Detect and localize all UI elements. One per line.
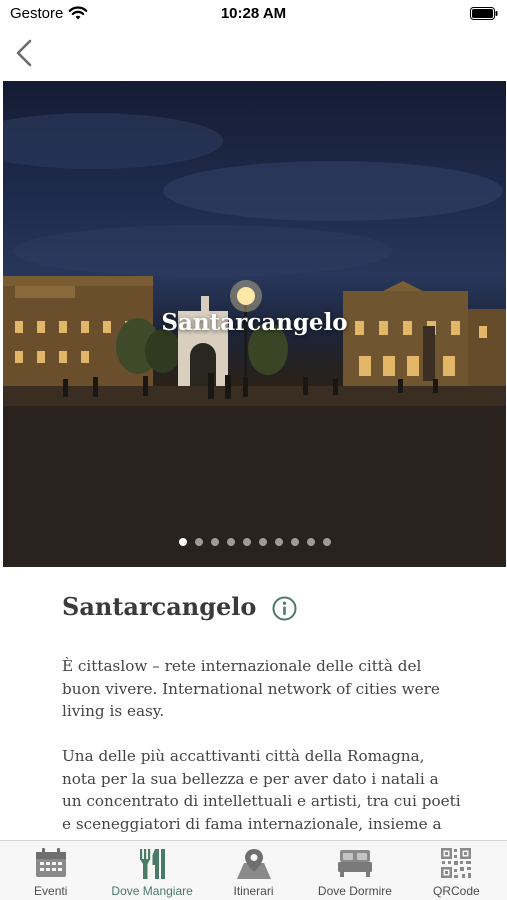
pager-dot[interactable] bbox=[258, 538, 267, 546]
status-bar: Gestore 10:28 AM bbox=[0, 0, 507, 30]
tab-label: Eventi bbox=[34, 884, 68, 898]
tab-qrcode[interactable]: QRCode bbox=[406, 841, 507, 900]
description-scroll[interactable]: È cittaslow – rete internazionale delle … bbox=[0, 655, 507, 841]
pager-dot[interactable] bbox=[178, 538, 187, 546]
carousel-pager[interactable] bbox=[3, 538, 506, 546]
hero-title: Santarcangelo bbox=[161, 309, 348, 336]
description-paragraph: Una delle più accattivanti città della R… bbox=[62, 747, 461, 841]
pager-dot[interactable] bbox=[242, 538, 251, 546]
place-title: Santarcangelo bbox=[62, 592, 257, 621]
tab-itinerari[interactable]: Itinerari bbox=[203, 841, 304, 900]
fork-knife-icon bbox=[140, 849, 166, 879]
calendar-icon bbox=[35, 848, 66, 877]
clock: 10:28 AM bbox=[220, 5, 287, 22]
pager-dot[interactable] bbox=[290, 538, 299, 546]
chevron-left-icon bbox=[16, 39, 32, 67]
pager-dot[interactable] bbox=[322, 538, 331, 546]
bed-icon bbox=[337, 850, 372, 877]
tab-label: QRCode bbox=[432, 884, 480, 898]
qrcode-icon bbox=[441, 848, 472, 878]
map-pin-icon bbox=[236, 849, 271, 879]
tab-dove-dormire[interactable]: Dove Dormire bbox=[304, 841, 405, 900]
pager-dot[interactable] bbox=[210, 538, 219, 546]
pager-dot[interactable] bbox=[226, 538, 235, 546]
pager-dot[interactable] bbox=[306, 538, 315, 546]
tab-label: Itinerari bbox=[233, 884, 274, 898]
back-button[interactable] bbox=[10, 36, 40, 70]
info-icon[interactable] bbox=[272, 596, 297, 621]
tab-eventi[interactable]: Eventi bbox=[0, 841, 101, 900]
hero-carousel[interactable]: Santarcangelo bbox=[3, 81, 506, 567]
pager-dot[interactable] bbox=[194, 538, 203, 546]
description: È cittaslow – rete internazionale delle … bbox=[62, 655, 462, 841]
description-paragraph: È cittaslow – rete internazionale delle … bbox=[62, 657, 440, 720]
tab-label: Dove Dormire bbox=[317, 884, 392, 898]
tab-label: Dove Mangiare bbox=[111, 884, 193, 898]
tab-bar: Eventi Dove Mangiare Itinerari Dove Dorm… bbox=[0, 840, 507, 900]
battery-icon bbox=[470, 7, 498, 20]
pager-dot[interactable] bbox=[274, 538, 283, 546]
tab-dove-mangiare[interactable]: Dove Mangiare bbox=[101, 841, 202, 900]
